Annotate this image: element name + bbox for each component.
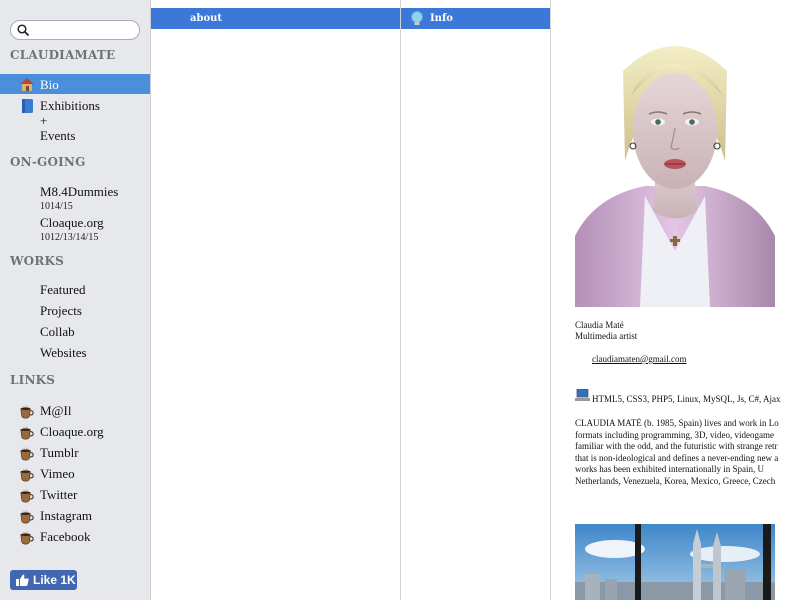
sidebar-item-date: 1012/13/14/15 <box>40 232 99 243</box>
skills-list: HTML5, CSS3, PHP5, Linux, MySQL, Js, C#,… <box>592 394 781 404</box>
artist-name: Claudia Maté <box>575 320 624 330</box>
coffee-cup-icon <box>20 468 34 482</box>
sidebar-item-label: Facebook <box>40 529 91 544</box>
about-column: about <box>151 0 401 600</box>
facebook-like-label: Like 1K <box>33 573 76 587</box>
sidebar-item-label: Collab <box>40 324 75 339</box>
sidebar-link-facebook[interactable]: Facebook <box>0 529 150 547</box>
tab-info-label: Info <box>430 13 453 24</box>
sidebar-item-label: Cloaque.org <box>40 215 104 230</box>
sidebar-item-label: Instagram <box>40 508 92 523</box>
links-heading: LINKS <box>10 373 56 387</box>
sidebar-item-label: Cloaque.org <box>40 424 104 439</box>
city-skyline-image <box>575 524 775 600</box>
sidebar-item-bio[interactable]: Bio <box>0 74 150 94</box>
info-column: Info <box>401 0 551 600</box>
sidebar-item-label: Twitter <box>40 487 78 502</box>
sidebar-item-cloaque[interactable]: Cloaque.org 1012/13/14/15 <box>0 215 150 243</box>
works-heading: WORKS <box>10 254 64 268</box>
search-icon <box>17 24 30 37</box>
sidebar-item-label: Websites <box>40 345 87 360</box>
sidebar-item-m84dummies[interactable]: M8.4Dummies 1014/15 <box>0 184 150 212</box>
sidebar: CLAUDIAMATE Bio Exhibitions + Events ON-… <box>0 0 151 600</box>
sidebar-link-m-il[interactable]: M@Il <box>0 403 150 421</box>
sidebar-item-exhibitions[interactable]: Exhibitions + Events <box>0 96 150 144</box>
tab-info[interactable]: Info <box>401 8 550 29</box>
bio-line: CLAUDIA MATÉ (b. 1985, Spain) lives and … <box>575 418 779 428</box>
tab-about[interactable]: about <box>151 8 400 29</box>
sidebar-item-projects[interactable]: Projects <box>0 303 150 321</box>
sidebar-item-label: Projects <box>40 303 82 318</box>
bio-line: Netherlands, Venezuela, Korea, Mexico, G… <box>575 475 776 486</box>
sidebar-item-label-events: Events <box>40 128 76 143</box>
ongoing-heading: ON-GOING <box>10 155 86 169</box>
sidebar-item-label: Tumblr <box>40 445 79 460</box>
sidebar-item-label: M8.4Dummies <box>40 184 119 199</box>
site-title: CLAUDIAMATE <box>10 48 116 62</box>
info-bulb-icon <box>411 11 423 25</box>
sidebar-link-vimeo[interactable]: Vimeo <box>0 466 150 484</box>
coffee-cup-icon <box>20 510 34 524</box>
book-icon <box>22 99 33 113</box>
bio-line: works has been exhibited internationally… <box>575 464 764 474</box>
coffee-cup-icon <box>20 447 34 461</box>
thumbs-up-icon <box>16 574 29 586</box>
bio-paragraph: CLAUDIA MATÉ (b. 1985, Spain) lives and … <box>575 418 800 487</box>
content-pane: Claudia Maté Multimedia artist claudiama… <box>551 0 800 600</box>
sidebar-item-label: M@Il <box>40 403 72 418</box>
sidebar-link-instagram[interactable]: Instagram <box>0 508 150 526</box>
bio-line: formats including programming, 3D, video… <box>575 429 774 440</box>
portrait-image <box>575 36 775 307</box>
bio-line: familiar with the odd, and the futuristi… <box>575 441 778 451</box>
artist-role: Multimedia artist <box>575 331 638 341</box>
sidebar-item-label: Featured <box>40 282 86 297</box>
coffee-cup-icon <box>20 426 34 440</box>
coffee-cup-icon <box>20 405 34 419</box>
laptop-icon <box>575 389 590 401</box>
sidebar-item-label: Bio <box>40 77 59 92</box>
email-link[interactable]: claudiamaten@gmail.com <box>592 354 687 364</box>
tab-about-label: about <box>190 13 223 24</box>
sidebar-link-twitter[interactable]: Twitter <box>0 487 150 505</box>
facebook-like-button[interactable]: Like 1K <box>10 570 77 590</box>
sidebar-link-tumblr[interactable]: Tumblr <box>0 445 150 463</box>
sidebar-item-label: Vimeo <box>40 466 75 481</box>
sidebar-item-websites[interactable]: Websites <box>0 345 150 363</box>
coffee-cup-icon <box>20 489 34 503</box>
sidebar-item-date: 1014/15 <box>40 201 73 212</box>
sidebar-item-featured[interactable]: Featured <box>0 282 150 300</box>
house-icon <box>20 78 34 91</box>
bio-line: that is non-ideological and defines a ne… <box>575 452 779 463</box>
sidebar-item-label: Exhibitions <box>40 98 100 113</box>
search-input[interactable] <box>10 20 140 40</box>
coffee-cup-icon <box>20 531 34 545</box>
sidebar-item-collab[interactable]: Collab <box>0 324 150 342</box>
sidebar-link-cloaque-org[interactable]: Cloaque.org <box>0 424 150 442</box>
sidebar-item-label-plus: + <box>40 113 48 128</box>
